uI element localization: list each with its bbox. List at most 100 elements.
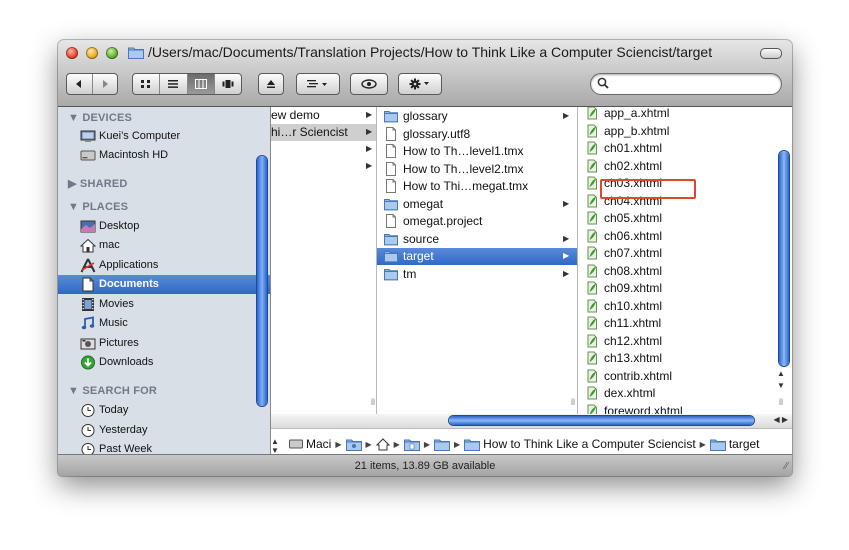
action-menu-button[interactable] — [398, 73, 442, 95]
list-item[interactable]: ew demo ▶ — [271, 107, 376, 124]
scroll-up-arrow-icon[interactable]: ▲ — [777, 369, 785, 378]
sidebar-item-today[interactable]: Today — [58, 401, 270, 420]
list-item[interactable]: tm ▶ — [377, 266, 577, 283]
list-item[interactable]: target ▶ — [377, 248, 577, 265]
list-item[interactable]: source ▶ — [377, 231, 577, 248]
list-item[interactable]: omegat ▶ — [377, 196, 577, 213]
list-item[interactable]: ch01.xhtml — [578, 140, 778, 157]
xhtml-file-icon — [587, 176, 597, 190]
sidebar-item-yesterday[interactable]: Yesterday — [58, 421, 270, 440]
list-item[interactable]: How to Thi…megat.tmx — [377, 178, 577, 195]
forward-arrow-icon — [102, 80, 108, 88]
resize-grip-icon[interactable]: ⁄⁄ — [785, 461, 788, 472]
disclosure-arrow-icon: ▶ — [563, 111, 570, 120]
folder-icon — [345, 439, 362, 451]
arrange-menu-button[interactable] — [296, 73, 340, 95]
window-title: /Users/mac/Documents/Translation Project… — [148, 44, 713, 60]
sidebar-item-mac[interactable]: mac — [58, 236, 270, 255]
list-item[interactable]: hi…r Sciencist ▶ — [271, 124, 376, 141]
search-field[interactable] — [590, 73, 782, 95]
list-item[interactable]: omegat.project — [377, 213, 577, 230]
list-item[interactable]: ch06.xhtml — [578, 228, 778, 245]
sidebar-item-macintosh-hd[interactable]: Macintosh HD — [58, 146, 270, 165]
list-item[interactable]: ch08.xhtml — [578, 263, 778, 280]
scroll-arrows-icon[interactable]: ◀ ▶ — [773, 415, 788, 424]
eye-icon — [361, 79, 377, 89]
folder-icon — [384, 251, 398, 263]
column-1: ew demo ▶ hi…r Sciencist ▶ ▶ ▶ ll — [271, 107, 377, 414]
list-item[interactable]: ch13.xhtml — [578, 350, 778, 367]
eject-button[interactable] — [258, 73, 284, 95]
icon-view-button[interactable] — [133, 74, 161, 94]
sidebar-item-computer[interactable]: Kuei’s Computer — [58, 127, 270, 146]
scroll-down-arrow-icon[interactable]: ▼ — [777, 381, 785, 390]
xhtml-file-icon — [587, 334, 597, 347]
sidebar-section-devices[interactable]: ▼ DEVICES — [68, 112, 132, 124]
column-resize-handle[interactable]: ll — [571, 397, 575, 407]
list-item[interactable]: ▶ — [271, 158, 376, 175]
list-item[interactable]: ch10.xhtml — [578, 298, 778, 315]
coverflow-view-button[interactable] — [215, 74, 241, 94]
list-item[interactable]: contrib.xhtml — [578, 368, 778, 385]
list-item[interactable]: How to Th…level2.tmx — [377, 161, 577, 178]
sidebar-item-desktop[interactable]: Desktop — [58, 217, 270, 236]
list-item[interactable]: ch12.xhtml — [578, 333, 778, 350]
list-item[interactable]: ▶ — [271, 141, 376, 158]
list-item[interactable]: ch02.xhtml — [578, 158, 778, 175]
list-item[interactable]: app_a.xhtml — [578, 107, 778, 122]
forward-button[interactable] — [93, 74, 118, 94]
close-window-button[interactable] — [66, 47, 78, 59]
path-segment-translation-projects[interactable] — [433, 438, 450, 451]
list-item[interactable]: glossary.utf8 — [377, 126, 577, 143]
sidebar-item-documents[interactable]: Documents — [58, 275, 270, 294]
sidebar-section-shared[interactable]: ▶ SHARED — [68, 177, 128, 190]
list-item[interactable]: ch09.xhtml — [578, 280, 778, 297]
xhtml-file-icon — [587, 229, 597, 242]
list-item[interactable]: ch11.xhtml — [578, 315, 778, 332]
path-segment-target[interactable]: target — [709, 437, 760, 451]
column-resize-handle[interactable]: ll — [779, 397, 783, 407]
path-segment-disk[interactable]: Maci — [289, 437, 331, 451]
list-item[interactable]: ch07.xhtml — [578, 245, 778, 262]
sidebar-scrollbar[interactable] — [257, 156, 267, 406]
column-view-icon — [194, 79, 207, 89]
sidebar-item-music[interactable]: Music — [58, 314, 270, 333]
xhtml-file-icon — [587, 124, 597, 137]
home-icon — [375, 437, 390, 450]
horizontal-scroll-thumb[interactable] — [449, 416, 754, 425]
back-arrow-icon — [76, 80, 82, 88]
column-resize-handle[interactable]: ll — [371, 397, 375, 407]
list-item[interactable]: foreword.xhtml — [578, 403, 778, 414]
xhtml-file-icon — [587, 386, 597, 400]
list-item[interactable]: app_b.xhtml — [578, 123, 778, 140]
movies-icon — [82, 298, 94, 311]
sidebar-section-places[interactable]: ▼ PLACES — [68, 201, 128, 213]
toolbar-toggle-button[interactable] — [760, 48, 782, 59]
sidebar-section-search-for[interactable]: ▼ SEARCH FOR — [68, 385, 157, 397]
list-item[interactable]: dex.xhtml — [578, 385, 778, 402]
back-button[interactable] — [67, 74, 93, 94]
sidebar-item-applications[interactable]: Applications — [58, 256, 270, 275]
sidebar-item-downloads[interactable]: Downloads — [58, 353, 270, 372]
path-segment-users[interactable] — [345, 438, 362, 451]
minimize-window-button[interactable] — [86, 47, 98, 59]
xhtml-file-icon — [587, 194, 597, 207]
zoom-window-button[interactable] — [106, 47, 118, 59]
path-segment-documents[interactable] — [403, 438, 420, 451]
list-item[interactable]: How to Th…level1.tmx — [377, 143, 577, 160]
list-item[interactable]: ch05.xhtml — [578, 210, 778, 227]
column-view-button[interactable] — [187, 74, 215, 94]
list-view-button[interactable] — [160, 74, 188, 94]
path-segment-home[interactable] — [375, 437, 390, 451]
xhtml-file-icon — [587, 159, 597, 172]
column-3-scrollbar[interactable] — [779, 151, 789, 366]
path-segment-project[interactable]: How to Think Like a Computer Sciencist — [464, 437, 696, 451]
list-item[interactable]: glossary ▶ — [377, 108, 577, 125]
sidebar-item-movies[interactable]: Movies — [58, 295, 270, 314]
quick-look-button[interactable] — [350, 73, 388, 95]
scroll-left-arrows[interactable]: ▲ ▼ — [271, 437, 279, 455]
horizontal-scrollbar[interactable]: ◀ ▶ — [271, 414, 792, 429]
sidebar-item-pictures[interactable]: Pictures — [58, 334, 270, 353]
column-3: app_a.xhtml app_b.xhtml ch01.xhtml ch02.xht… — [578, 107, 792, 414]
sidebar-item-past-week[interactable]: Past Week — [58, 440, 270, 454]
